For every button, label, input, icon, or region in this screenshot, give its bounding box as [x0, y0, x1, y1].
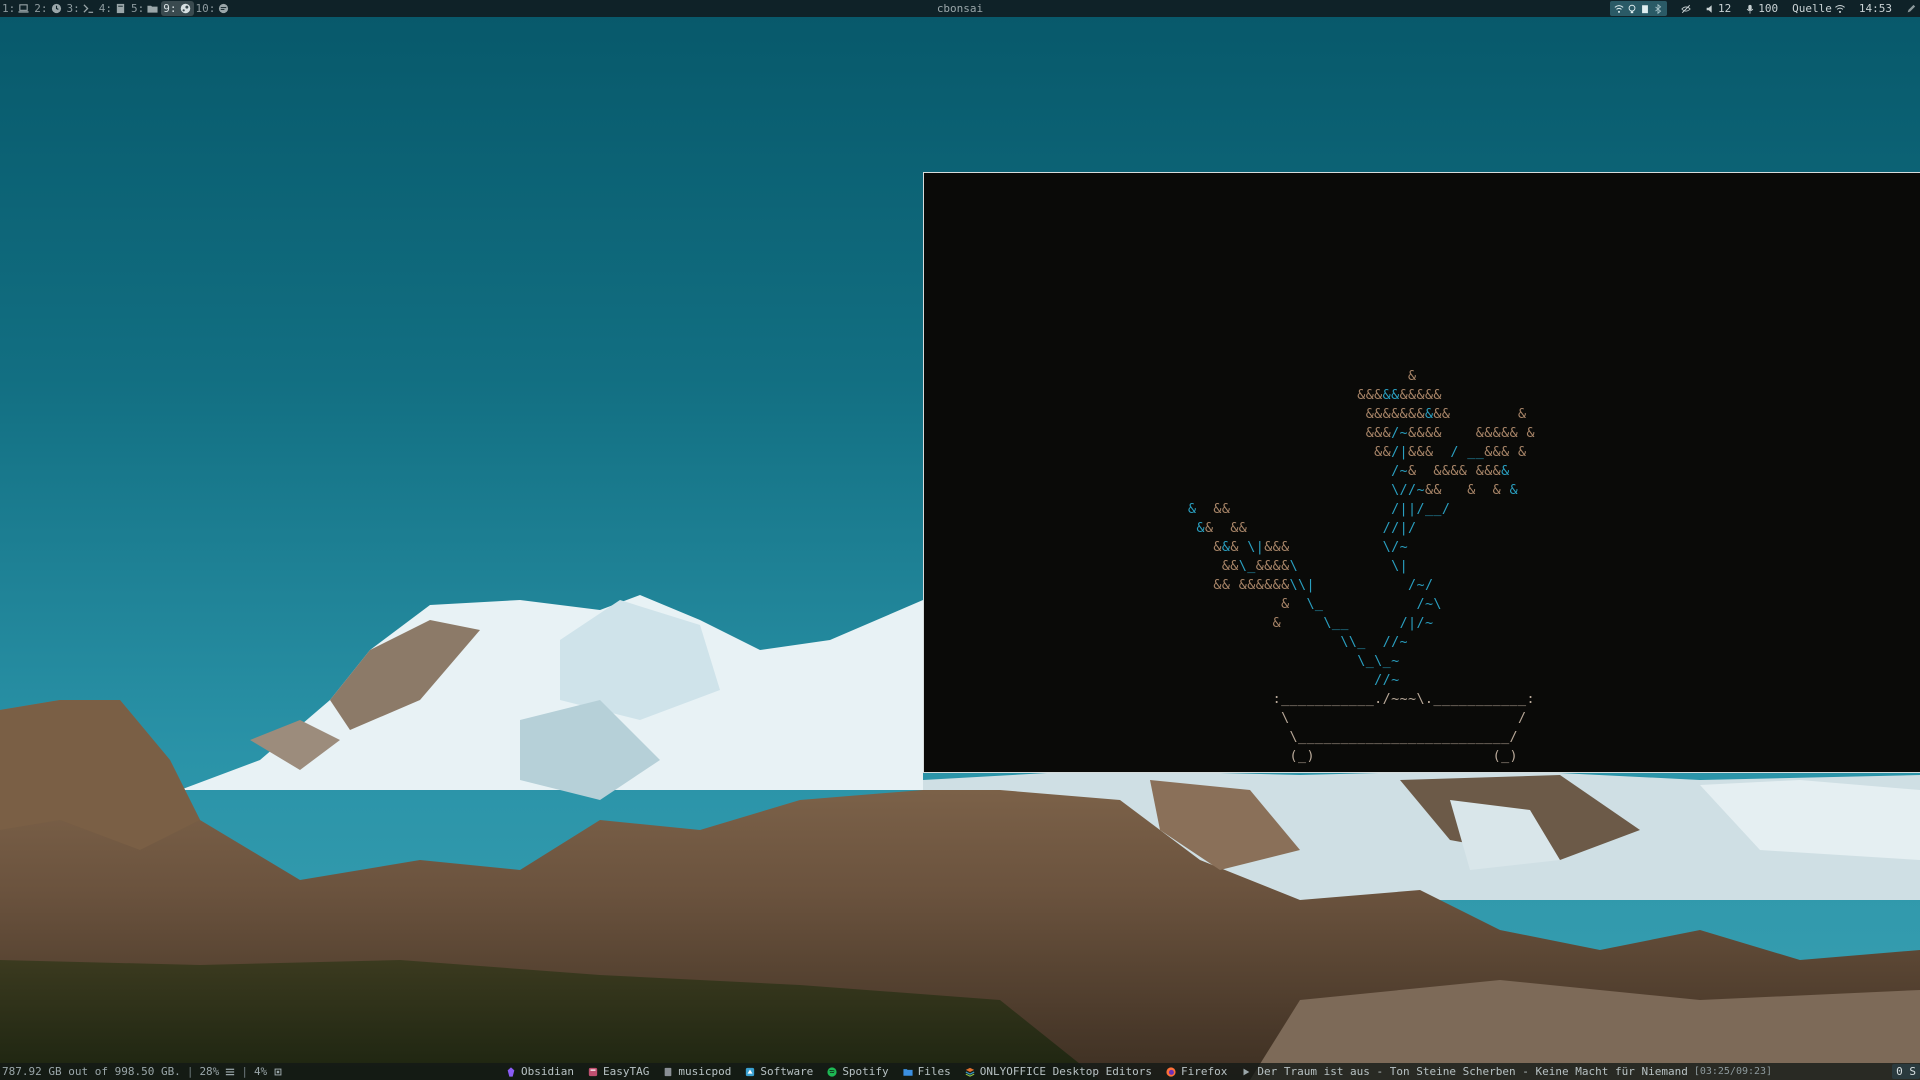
now-playing[interactable]: Der Traum ist aus - Ton Steine Scherben …	[1241, 1063, 1772, 1080]
folder-icon	[147, 5, 158, 13]
notification-button[interactable]	[1906, 4, 1916, 14]
workspace-4[interactable]: 4:	[97, 0, 129, 17]
task-easytag[interactable]: EasyTAG	[588, 1063, 649, 1080]
software-icon	[746, 1067, 755, 1076]
memory-usage[interactable]: 28%	[199, 1063, 219, 1080]
wifi-icon	[1834, 4, 1845, 13]
audio-source-label: Quelle	[1792, 2, 1832, 15]
lightbulb-icon[interactable]	[1627, 4, 1637, 14]
bluetooth-icon[interactable]	[1653, 3, 1663, 14]
clock-value: 14:53	[1858, 2, 1892, 15]
workspace-2[interactable]: 2:	[32, 0, 64, 17]
vpn-status[interactable]	[1681, 4, 1691, 14]
volume-value: 12	[1718, 2, 1732, 15]
workspace-3[interactable]: 3:	[65, 0, 97, 17]
task-spotify[interactable]: Spotify	[827, 1063, 889, 1080]
task-onlyoffice[interactable]: ONLYOFFICE Desktop Editors	[965, 1063, 1152, 1080]
task-label: Obsidian	[521, 1065, 574, 1078]
terminal-icon	[83, 4, 93, 13]
task-label: EasyTAG	[602, 1065, 650, 1078]
system-stats: 787.92 GB out of 998.50 GB. | 28% | 4%	[0, 1063, 283, 1080]
microphone-icon	[1747, 4, 1754, 14]
taskbar: Obsidian EasyTAG musicpod Software Spoti…	[506, 1063, 1772, 1080]
workspace-10[interactable]: 10:	[194, 0, 233, 17]
scratchpad-counter[interactable]: 0 S	[1892, 1064, 1920, 1079]
obsidian-icon	[507, 1066, 515, 1077]
book-icon	[116, 3, 125, 14]
clipboard-icon[interactable]	[1640, 4, 1650, 14]
now-playing-track: Der Traum ist aus - Ton Steine Scherben …	[1257, 1065, 1688, 1078]
wifi-tray-icon[interactable]	[1614, 4, 1624, 14]
microphone-value: 100	[1758, 2, 1779, 15]
status-area: 12 100 Quelle 14:53	[1610, 0, 1920, 17]
audio-source[interactable]: Quelle	[1792, 0, 1845, 17]
chat-icon	[219, 3, 229, 14]
spotify-icon	[827, 1066, 837, 1077]
microphone-indicator[interactable]: 100	[1745, 0, 1778, 17]
terminal-window[interactable]: & &&&&&&&&&& &&&&&&&&&& & &&&/~&&&& &&&&…	[923, 172, 1920, 773]
now-playing-time: [03:25/09:23]	[1693, 1066, 1773, 1077]
task-label: ONLYOFFICE Desktop Editors	[979, 1065, 1152, 1078]
cpu-icon	[274, 1068, 282, 1075]
speaker-icon	[1706, 4, 1712, 13]
firefox-icon	[1166, 1066, 1176, 1077]
task-label: Firefox	[1180, 1065, 1228, 1078]
top-panel: 1: 2: 3: 4: 5: 9: 10: cbonsai 12 100 Que…	[0, 0, 1920, 17]
pencil-icon	[1907, 4, 1916, 12]
play-icon	[1243, 1068, 1250, 1075]
separator: |	[186, 1065, 194, 1078]
laptop-icon	[18, 4, 29, 13]
memory-icon	[226, 1068, 235, 1075]
eye-off-icon	[1681, 4, 1691, 13]
clock[interactable]: 14:53	[1859, 0, 1892, 17]
steam-icon	[180, 3, 190, 14]
bottom-panel: 787.92 GB out of 998.50 GB. | 28% | 4% O…	[0, 1063, 1920, 1080]
task-obsidian[interactable]: Obsidian	[506, 1063, 574, 1080]
onlyoffice-icon	[965, 1067, 975, 1077]
workspace-5[interactable]: 5:	[129, 0, 161, 17]
musicpod-icon	[665, 1067, 672, 1076]
task-label: Files	[917, 1065, 951, 1078]
clock-icon	[51, 3, 61, 14]
system-tray	[1610, 1, 1667, 16]
workspace-1[interactable]: 1:	[0, 0, 32, 17]
cpu-usage[interactable]: 4%	[254, 1063, 267, 1080]
volume-indicator[interactable]: 12	[1705, 0, 1731, 17]
bottom-right-area: 0 S	[1888, 1063, 1920, 1080]
task-musicpod[interactable]: musicpod	[663, 1063, 731, 1080]
task-label: Spotify	[842, 1065, 889, 1078]
task-label: musicpod	[678, 1065, 732, 1078]
files-icon	[903, 1068, 913, 1076]
workspace-switcher: 1: 2: 3: 4: 5: 9: 10:	[0, 0, 232, 17]
disk-usage[interactable]: 787.92 GB out of 998.50 GB.	[2, 1063, 181, 1080]
task-firefox[interactable]: Firefox	[1166, 1063, 1227, 1080]
task-software[interactable]: Software	[745, 1063, 813, 1080]
task-label: Software	[760, 1065, 814, 1078]
bonsai-ascii-art: & &&&&&&&&&& &&&&&&&&&& & &&&/~&&&& &&&&…	[1188, 369, 1535, 764]
easytag-icon	[588, 1067, 598, 1076]
task-files[interactable]: Files	[903, 1063, 951, 1080]
workspace-9[interactable]: 9:	[161, 1, 194, 16]
separator: |	[241, 1065, 248, 1078]
